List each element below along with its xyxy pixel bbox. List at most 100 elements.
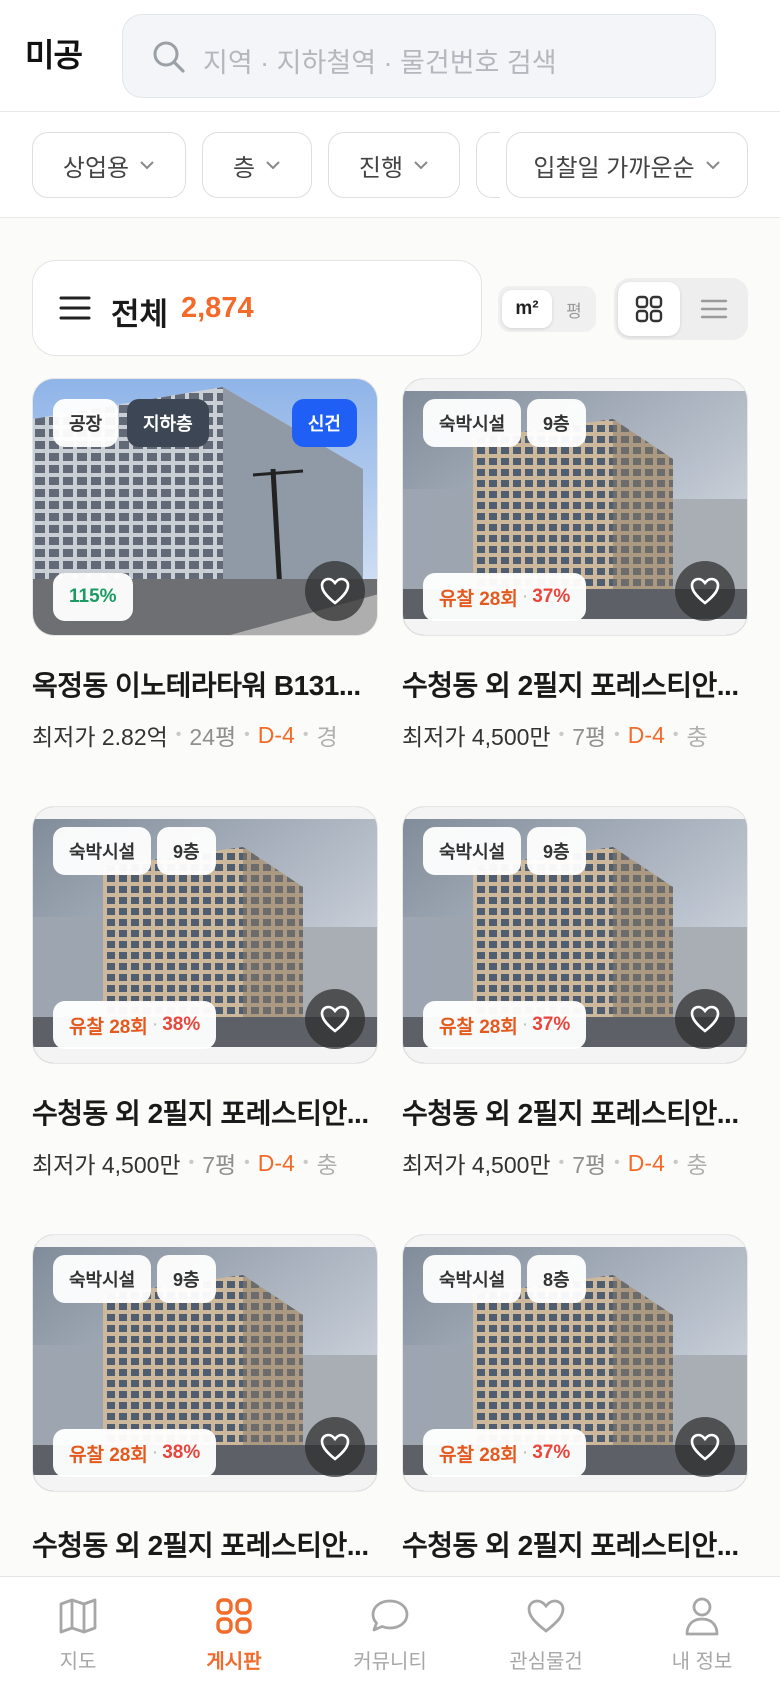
listing-meta: 최저가 4,500만 • 7평 • D-4 • 충 — [32, 1146, 378, 1180]
meta-separator: • — [244, 726, 250, 743]
nav-favorites-label: 관심물건 — [509, 1651, 583, 1673]
floor-tag: 9층 — [527, 399, 586, 447]
listing-meta: 최저가 4,500만 • 7평 • D-4 • 충 — [402, 718, 748, 752]
unit-pyeong-button[interactable]: 평 — [556, 290, 592, 328]
badge-separator: · — [151, 1442, 159, 1463]
floor-tag: 9층 — [527, 827, 586, 875]
grid-view-button[interactable] — [618, 282, 680, 336]
listing-meta-more: 충 — [316, 1152, 338, 1178]
listing-meta: 최저가 4,500만 • 7평 • D-4 • 충 — [402, 1146, 748, 1180]
listing-dday: D-4 — [257, 1149, 295, 1176]
meta-separator: • — [244, 1154, 250, 1171]
list-view-button[interactable] — [684, 282, 744, 336]
grid-icon — [216, 1598, 252, 1634]
listing-title: 수청동 외 2필지 포레스티안... — [32, 1098, 369, 1129]
chevron-down-icon — [266, 161, 280, 170]
meta-separator: • — [302, 1154, 309, 1171]
listing-price: 최저가 2.82억 — [32, 724, 168, 750]
heart-icon — [690, 1005, 720, 1033]
summary-count: 2,874 — [181, 292, 254, 324]
price-ratio: 37% — [532, 1014, 571, 1035]
chevron-down-icon — [140, 161, 154, 170]
listing-meta-more: 충 — [686, 724, 708, 750]
heart-icon — [320, 1433, 350, 1461]
favorite-button[interactable] — [305, 1417, 365, 1477]
meta-separator: • — [672, 1154, 679, 1171]
badge-separator: · — [521, 1442, 529, 1463]
sort-select[interactable]: 입찰일 가까운순 — [506, 132, 748, 198]
nav-board-label: 게시판 — [206, 1651, 262, 1673]
filter-floor[interactable]: 층 — [202, 132, 312, 198]
badge-separator: · — [151, 1014, 159, 1035]
category-summary[interactable]: 전체 2,874 — [32, 260, 482, 356]
property-type-tag: 숙박시설 — [423, 1255, 522, 1303]
app-logo[interactable]: 미공 — [25, 30, 83, 76]
listing-photo[interactable]: 숙박시설 9층 유찰 28회 · 38% — [32, 1234, 378, 1492]
filter-bar: 상업용 층 진행 입찰일 가까운순 — [0, 112, 780, 218]
filter-floor-label: 층 — [232, 154, 256, 182]
filter-hidden-chip[interactable] — [476, 132, 500, 198]
price-ratio: 115% — [69, 586, 117, 607]
bottom-nav: 지도 게시판 커뮤니티 관심물건 내 정보 — [0, 1576, 780, 1688]
listing-dday: D-4 — [627, 1149, 665, 1176]
grid-icon — [635, 295, 663, 323]
chevron-down-icon — [414, 161, 428, 170]
search-placeholder: 지역 · 지하철역 · 물건번호 검색 — [203, 48, 557, 78]
unit-sqm-button[interactable]: m² — [502, 290, 552, 328]
listing-price: 최저가 4,500만 — [402, 1152, 551, 1178]
heart-icon — [320, 577, 350, 605]
floor-tag: 9층 — [157, 1255, 216, 1303]
nav-profile-label: 내 정보 — [671, 1651, 733, 1673]
search-bar[interactable]: 지역 · 지하철역 · 물건번호 검색 — [122, 14, 716, 98]
favorite-button[interactable] — [675, 989, 735, 1049]
price-ratio: 37% — [532, 586, 571, 607]
listing-photo[interactable]: 숙박시설 9층 유찰 28회 · 37% — [402, 378, 748, 636]
meta-separator: • — [614, 1154, 620, 1171]
favorite-button[interactable] — [675, 1417, 735, 1477]
failed-bid-count: 유찰 28회 — [69, 1016, 148, 1038]
listing-photo[interactable]: 숙박시설 9층 유찰 28회 · 37% — [402, 806, 748, 1064]
listing-photo[interactable]: 공장 지하층 신건 115% — [32, 378, 378, 636]
filter-category-label: 상업용 — [62, 154, 130, 182]
badge-separator: · — [521, 1014, 529, 1035]
nav-community[interactable]: 커뮤니티 — [312, 1577, 468, 1688]
nav-profile[interactable]: 내 정보 — [624, 1577, 780, 1688]
listing-price: 최저가 4,500만 — [402, 724, 551, 750]
auction-status-badge: 유찰 28회 · 38% — [53, 1001, 217, 1049]
favorite-button[interactable] — [675, 561, 735, 621]
auction-status-badge: 유찰 28회 · 38% — [53, 1429, 217, 1477]
filter-category[interactable]: 상업용 — [32, 132, 186, 198]
chat-bubble-icon — [371, 1599, 409, 1632]
filter-progress[interactable]: 진행 — [328, 132, 460, 198]
unit-toggle: m² 평 — [498, 286, 596, 332]
listing-photo[interactable]: 숙박시설 8층 유찰 28회 · 37% — [402, 1234, 748, 1492]
listing-card[interactable]: 숙박시설 9층 유찰 28회 · 38% 수청동 외 2필지 포레스티안... … — [32, 806, 378, 1216]
listing-meta-more: 충 — [686, 1152, 708, 1178]
listing-title: 옥정동 이노테라타워 B131... — [32, 670, 361, 701]
listing-title: 수청동 외 2필지 포레스티안... — [402, 670, 739, 701]
nav-board[interactable]: 게시판 — [156, 1577, 312, 1688]
favorite-button[interactable] — [305, 989, 365, 1049]
filter-progress-label: 진행 — [358, 154, 404, 182]
auction-status-badge: 유찰 28회 · 37% — [423, 573, 587, 621]
chevron-down-icon — [705, 161, 720, 170]
favorite-button[interactable] — [305, 561, 365, 621]
list-icon — [700, 299, 728, 319]
meta-separator: • — [175, 726, 182, 743]
listing-card[interactable]: 숙박시설 9층 유찰 28회 · 37% 수청동 외 2필지 포레스티안... … — [402, 378, 748, 788]
heart-icon — [690, 577, 720, 605]
person-icon — [685, 1597, 719, 1636]
nav-favorites[interactable]: 관심물건 — [468, 1577, 624, 1688]
property-type-tag: 숙박시설 — [53, 1255, 152, 1303]
menu-icon — [59, 296, 91, 320]
nav-map[interactable]: 지도 — [0, 1577, 156, 1688]
listing-area: 7평 — [202, 1152, 237, 1178]
listing-dday: D-4 — [257, 721, 295, 748]
listing-card[interactable]: 공장 지하층 신건 115% 옥정동 이노테라타워 B131... 최저가 2.… — [32, 378, 378, 788]
listing-card[interactable]: 숙박시설 9층 유찰 28회 · 37% 수청동 외 2필지 포레스티안... … — [402, 806, 748, 1216]
listing-area: 24평 — [189, 724, 237, 750]
listing-photo[interactable]: 숙박시설 9층 유찰 28회 · 38% — [32, 806, 378, 1064]
listing-area: 7평 — [572, 724, 607, 750]
floor-tag: 8층 — [527, 1255, 586, 1303]
heart-icon — [527, 1599, 565, 1633]
